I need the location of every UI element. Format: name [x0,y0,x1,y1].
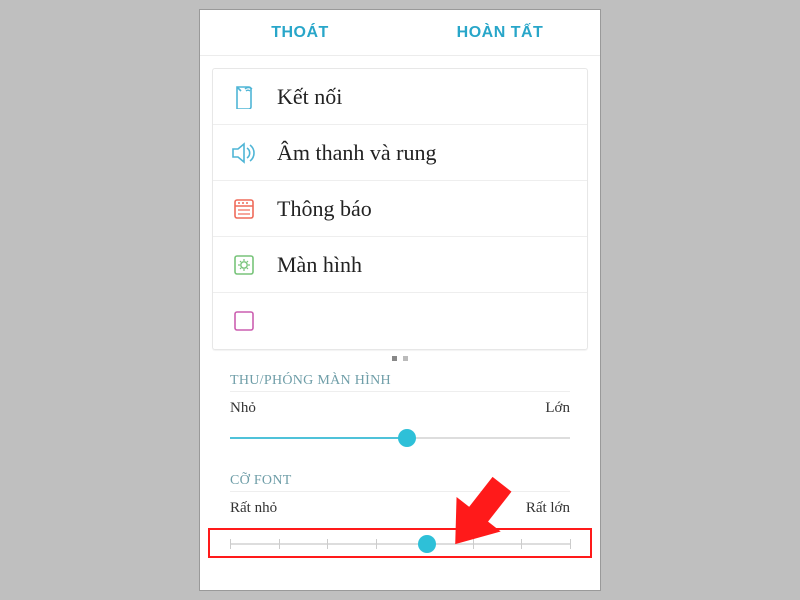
list-item-display[interactable]: Màn hình [213,237,587,293]
zoom-title: THU/PHÓNG MÀN HÌNH [230,373,391,388]
zoom-min-label: Nhỏ [230,400,256,417]
list-label: Kết nối [277,84,342,110]
zoom-max-label: Lớn [545,400,570,417]
page-indicator [200,356,600,361]
font-max-label: Rất lớn [526,500,570,517]
list-label: Màn hình [277,252,362,278]
exit-button[interactable]: THOÁT [200,24,400,42]
list-item-sound[interactable]: Âm thanh và rung [213,125,587,181]
wallpaper-icon [231,308,257,334]
slider-ticks [230,539,570,549]
notification-icon [231,196,257,222]
connection-icon [231,84,257,110]
slider-thumb[interactable] [398,429,416,447]
settings-preview-card: Kết nối Âm thanh và rung Thông báo Màn h… [212,68,588,350]
list-label: Âm thanh và rung [277,140,436,166]
font-section: CỠ FONT Rất nhỏ Rất lớn [200,471,600,517]
page-dot [403,356,408,361]
slider-thumb[interactable] [418,535,436,553]
font-slider-row [200,527,600,561]
page-dot [392,356,397,361]
done-button[interactable]: HOÀN TẤT [400,24,600,42]
list-item-clipped[interactable]: . [213,293,587,349]
display-icon [231,252,257,278]
list-label: Thông báo [277,196,372,222]
list-item-notification[interactable]: Thông báo [213,181,587,237]
list-item-connection[interactable]: Kết nối [213,69,587,125]
phone-frame: THOÁT HOÀN TẤT Kết nối Âm thanh và rung … [199,9,601,591]
zoom-section: THU/PHÓNG MÀN HÌNH Nhỏ Lớn [200,371,600,449]
slider-track-filled [230,437,407,439]
font-min-label: Rất nhỏ [230,500,277,517]
font-slider[interactable] [230,533,570,555]
sound-icon [231,140,257,166]
header-bar: THOÁT HOÀN TẤT [200,10,600,56]
zoom-slider[interactable] [230,427,570,449]
font-title: CỠ FONT [230,473,292,488]
